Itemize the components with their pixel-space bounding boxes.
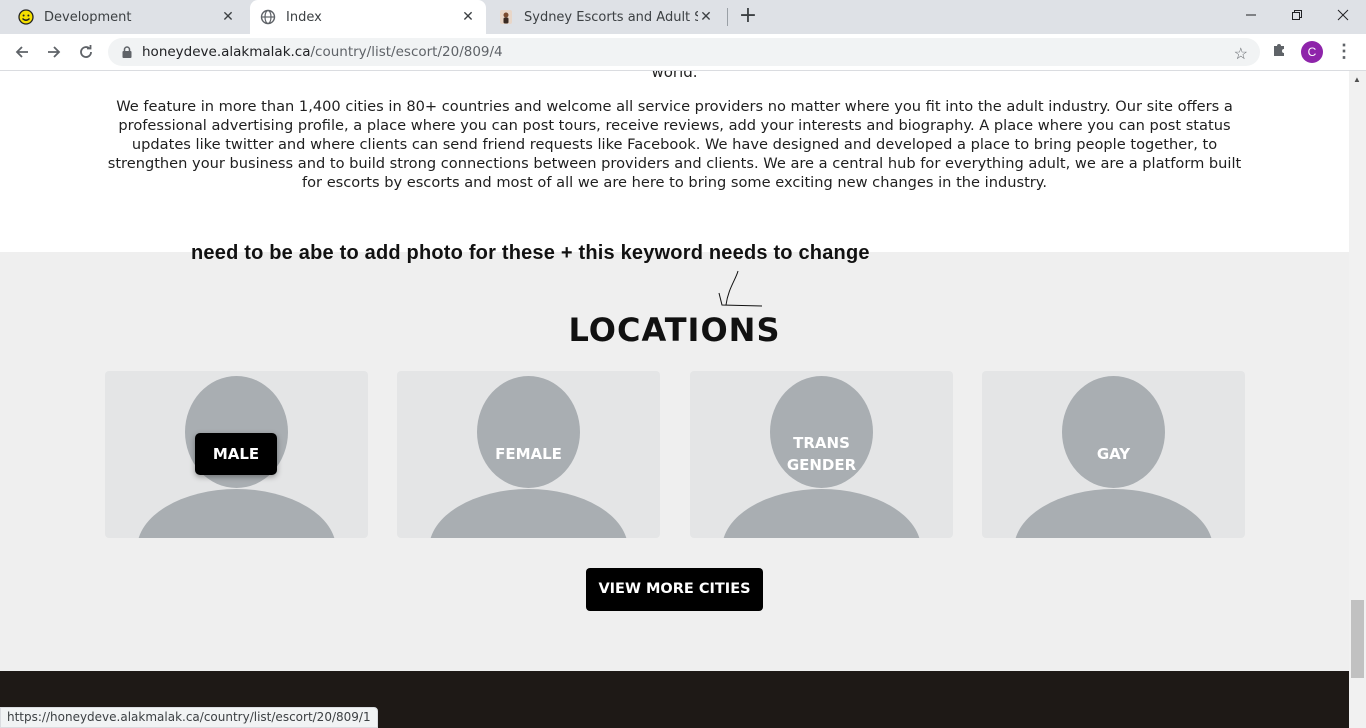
card-label-male[interactable]: MALE bbox=[195, 433, 277, 475]
annotation-note: need to be abe to add photo for these + … bbox=[191, 242, 870, 264]
browser-toolbar: honeydeve.alakmalak.ca/country/list/esco… bbox=[0, 34, 1366, 71]
location-card-transgender[interactable]: TRANS GENDER bbox=[690, 371, 953, 538]
card-label-female: FEMALE bbox=[495, 445, 562, 463]
location-card-male[interactable]: MALE bbox=[105, 371, 368, 538]
close-tab-icon[interactable]: ✕ bbox=[220, 9, 236, 25]
avatar-placeholder-head bbox=[477, 376, 580, 488]
close-window-button[interactable] bbox=[1320, 0, 1366, 30]
person-icon bbox=[498, 9, 514, 25]
tab-title: Index bbox=[286, 9, 322, 25]
url-host: honeydeve.alakmalak.ca bbox=[142, 44, 311, 60]
smiley-icon bbox=[18, 9, 34, 25]
avatar-placeholder-body bbox=[137, 489, 336, 538]
back-button[interactable] bbox=[8, 38, 36, 66]
url-path: /country/list/escort/20/809/4 bbox=[310, 44, 503, 60]
close-tab-icon[interactable]: ✕ bbox=[698, 9, 714, 25]
tab-divider bbox=[727, 8, 728, 26]
locations-title: LOCATIONS bbox=[568, 311, 781, 349]
profile-avatar[interactable]: C bbox=[1301, 41, 1323, 63]
status-url-bubble: https://honeydeve.alakmalak.ca/country/l… bbox=[0, 707, 378, 728]
avatar-placeholder-head bbox=[1062, 376, 1165, 488]
about-paragraph: We feature in more than 1,400 cities in … bbox=[107, 98, 1242, 191]
tab-strip: Development ✕ Index ✕ Sydney Escorts and… bbox=[0, 0, 1366, 34]
scroll-up-arrow-icon[interactable]: ▲ bbox=[1353, 75, 1361, 84]
url-text: honeydeve.alakmalak.ca/country/list/esco… bbox=[142, 44, 503, 60]
handwritten-arrow-scribble bbox=[718, 270, 763, 307]
about-section: world. We feature in more than 1,400 cit… bbox=[0, 71, 1349, 252]
tab-development[interactable]: Development ✕ bbox=[8, 0, 246, 34]
restore-button[interactable] bbox=[1274, 0, 1320, 30]
reload-icon bbox=[80, 45, 92, 58]
avatar-placeholder-body bbox=[722, 489, 921, 538]
avatar-placeholder-body bbox=[1014, 489, 1213, 538]
tab-title: Sydney Escorts and Adult Service bbox=[524, 9, 698, 25]
tab-sydney-escorts[interactable]: Sydney Escorts and Adult Service ✕ bbox=[488, 0, 724, 34]
about-cut-text: world. bbox=[651, 71, 698, 81]
card-label-trans: TRANS bbox=[793, 434, 850, 452]
forward-button[interactable] bbox=[40, 38, 68, 66]
card-label-gay: GAY bbox=[1096, 445, 1131, 463]
globe-icon bbox=[260, 9, 276, 25]
location-card-female[interactable]: FEMALE bbox=[397, 371, 660, 538]
scrollbar-thumb[interactable] bbox=[1351, 600, 1364, 678]
new-tab-button[interactable]: + bbox=[736, 5, 760, 29]
browser-menu-icon[interactable]: ⋮ bbox=[1334, 40, 1354, 64]
avatar-placeholder-body bbox=[429, 489, 628, 538]
close-tab-icon[interactable]: ✕ bbox=[460, 9, 476, 25]
minimize-button[interactable] bbox=[1228, 0, 1274, 30]
back-arrow-icon bbox=[15, 46, 28, 58]
lock-icon bbox=[120, 45, 134, 59]
address-bar[interactable]: honeydeve.alakmalak.ca/country/list/esco… bbox=[108, 38, 1260, 66]
tab-title: Development bbox=[44, 9, 132, 25]
page-viewport: world. We feature in more than 1,400 cit… bbox=[0, 71, 1349, 728]
extensions-puzzle-icon[interactable] bbox=[1268, 38, 1290, 60]
forward-arrow-icon bbox=[48, 46, 61, 58]
view-more-cities-button[interactable]: VIEW MORE CITIES bbox=[586, 568, 763, 611]
page-scrollbar[interactable]: ▲ bbox=[1349, 71, 1366, 728]
tab-index[interactable]: Index ✕ bbox=[250, 0, 486, 34]
reload-button[interactable] bbox=[72, 38, 100, 66]
bookmark-star-icon[interactable]: ☆ bbox=[1234, 44, 1248, 64]
card-label-gender: GENDER bbox=[786, 456, 857, 474]
location-card-gay[interactable]: GAY bbox=[982, 371, 1245, 538]
